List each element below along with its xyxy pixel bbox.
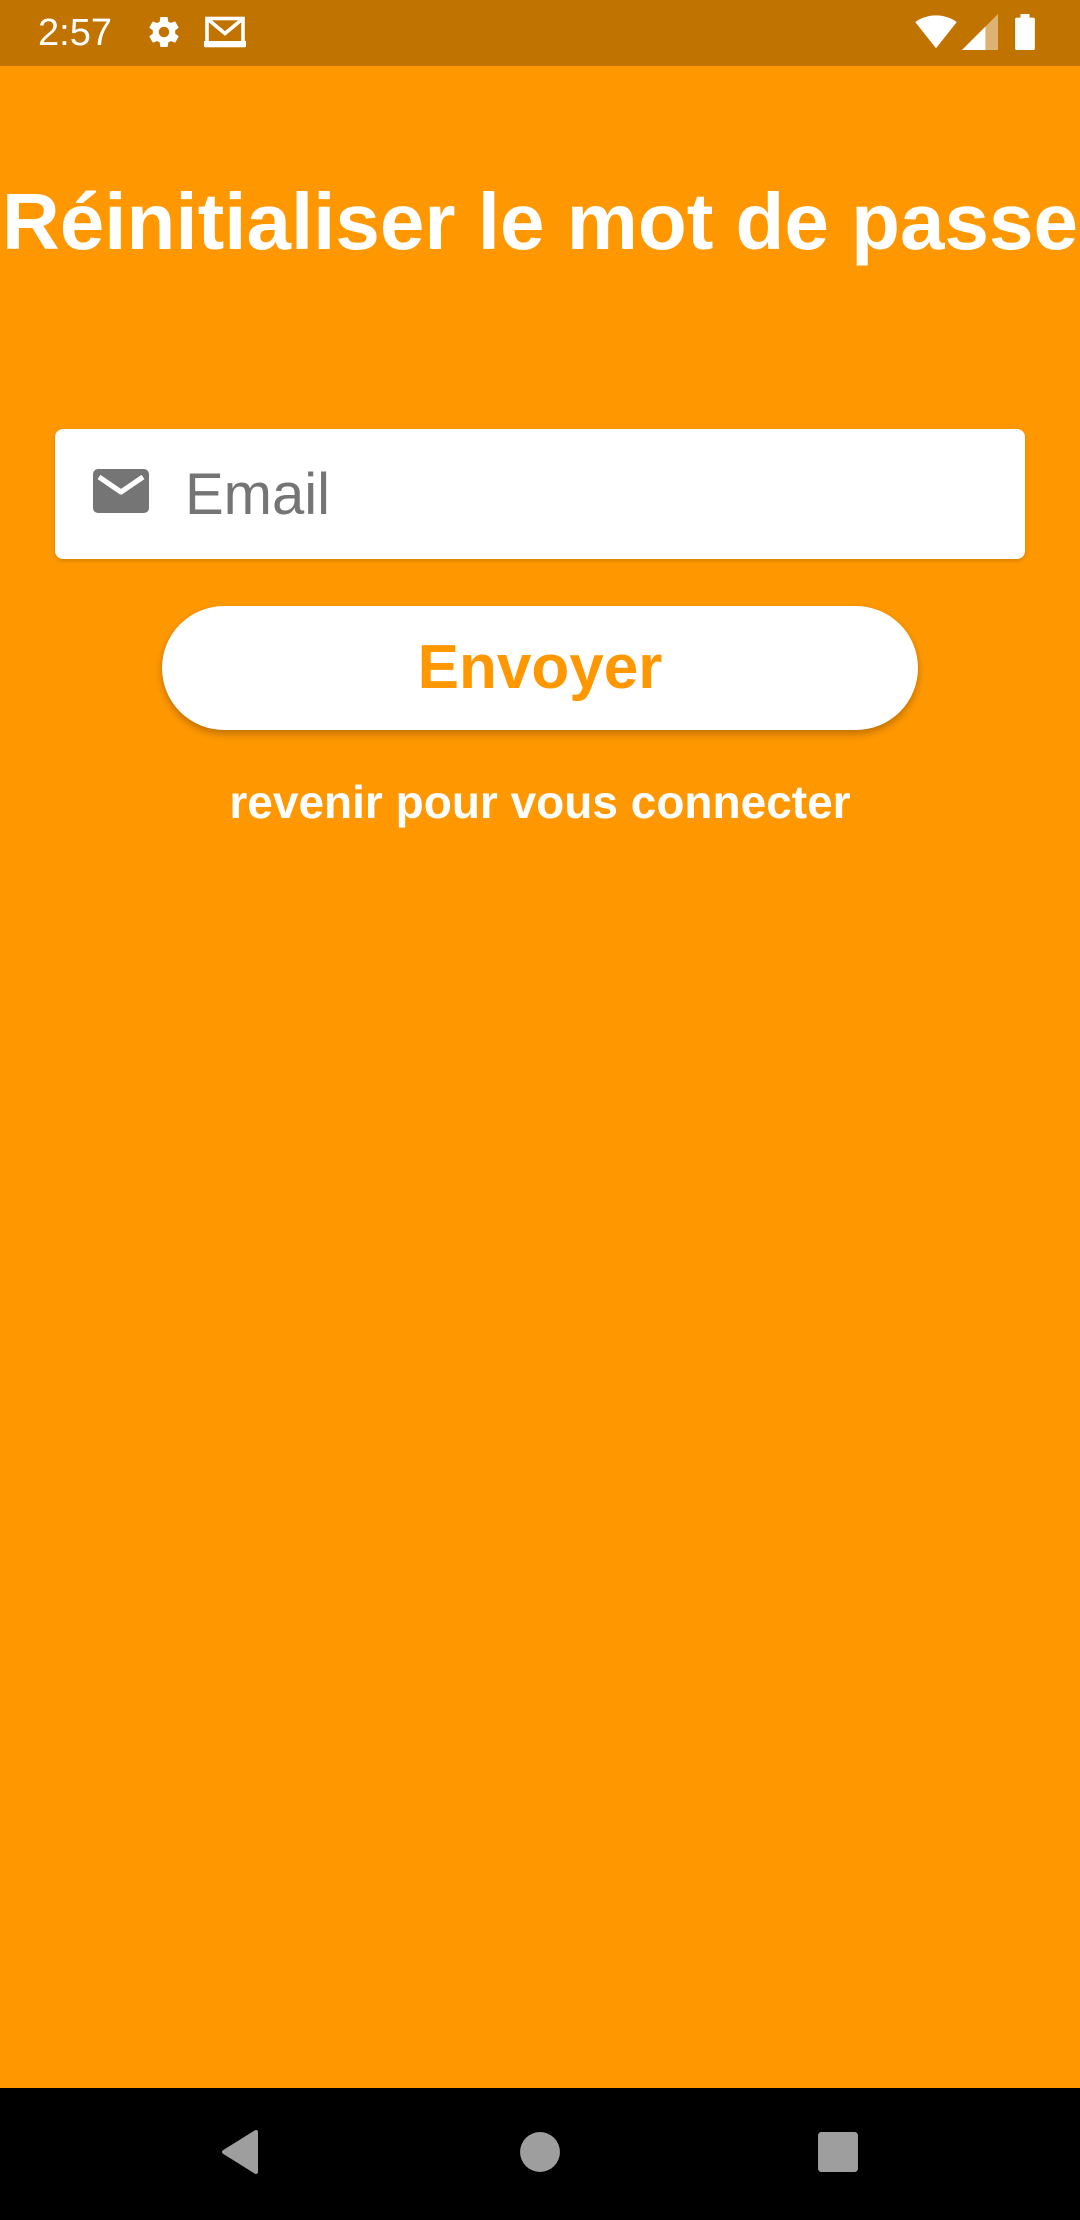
nav-home-button[interactable]	[460, 2088, 620, 2220]
cell-signal-icon	[962, 14, 998, 55]
home-icon	[519, 2131, 561, 2178]
back-icon	[220, 2129, 260, 2180]
nav-back-button[interactable]	[160, 2088, 320, 2220]
screen: 2:57 Réinitialiser le mot de passe Email…	[0, 0, 1080, 2220]
wifi-icon	[914, 14, 958, 55]
send-button[interactable]: Envoyer	[162, 606, 918, 730]
system-nav-bar	[0, 2088, 1080, 2220]
mail-icon	[93, 467, 149, 520]
nav-recents-button[interactable]	[758, 2088, 918, 2220]
battery-icon	[1014, 14, 1036, 55]
recents-icon	[817, 2131, 859, 2178]
gmail-icon	[204, 14, 246, 55]
email-field[interactable]	[55, 429, 1025, 559]
back-to-login-link[interactable]: revenir pour vous connecter	[0, 770, 1080, 834]
status-time: 2:57	[38, 12, 112, 54]
page-title: Réinitialiser le mot de passe	[2, 177, 1078, 266]
email-input[interactable]	[185, 429, 1005, 559]
gear-icon	[146, 14, 182, 55]
status-bar: 2:57	[0, 0, 1080, 66]
